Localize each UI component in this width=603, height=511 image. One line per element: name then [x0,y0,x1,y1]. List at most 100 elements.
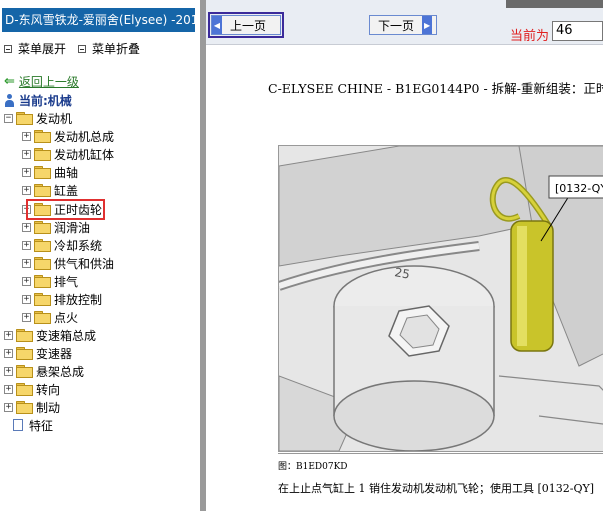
tree-item[interactable]: + 冷却系统 [22,237,102,253]
tree-item-label: 悬架总成 [36,364,85,379]
current-location-label: 当前:机械 [19,94,72,108]
folder-icon [16,365,33,378]
expand-toggle-icon[interactable]: + [4,384,13,394]
folder-icon [34,293,51,306]
back-arrow-icon: ⇐ [4,74,15,89]
document-pane: ◀ 上一页 下一页 ▶ 当前为 46 C-ELYSEE CHINE - B1EG… [206,0,603,511]
prev-page-label: 上一页 [230,18,267,33]
expand-toggle-icon[interactable]: + [22,167,31,177]
tree-item[interactable]: + 发动机缸体 [22,146,114,162]
document-heading: C-ELYSEE CHINE - B1EG0144P0 - 拆解-重新组装：正时 [268,81,603,96]
tree-item[interactable]: + 排放控制 [22,291,102,307]
folder-icon [34,239,51,252]
tree-item[interactable]: + 润滑油 [22,219,90,235]
tree-item[interactable]: + 制动 [4,399,60,415]
folder-icon [34,311,51,324]
folder-icon [16,383,33,396]
instruction-text: 在上止点气缸上 1 销住发动机发动机飞轮；使用工具 [0132-QY] [278,482,595,495]
folder-open-icon [16,112,33,125]
manual-title: D-东风雪铁龙-爱丽舍(Elysee) -2013 [2,8,195,32]
collapse-menu-label: 菜单折叠 [92,42,141,56]
expand-toggle-icon[interactable]: + [22,294,31,304]
tree-item-label: 供气和供油 [54,256,115,271]
current-page-input[interactable]: 46 [552,21,603,41]
toolbar-edge [506,0,603,8]
expand-icon [4,44,12,53]
expand-toggle-icon[interactable]: + [4,366,13,376]
expand-toggle-icon[interactable]: + [22,258,31,268]
selection-highlight [26,199,105,220]
next-arrow-icon: ▶ [422,16,433,34]
tool-callout: [0132-QY [555,182,603,195]
folder-icon [34,166,51,179]
tree-item[interactable]: + 悬架总成 [4,363,84,379]
expand-menu-label: 菜单展开 [18,42,67,56]
user-icon [4,94,15,107]
tree-item-label: 发动机 [36,111,73,126]
tree-item[interactable]: + 缸盖 [22,182,78,198]
tree-item-label: 冷却系统 [54,238,103,253]
tree-item-label: 缸盖 [54,183,79,198]
tree-item-label: 发动机缸体 [54,147,115,162]
tree-item-label: 排放控制 [54,292,103,307]
tree-item[interactable]: + 变速器 [4,345,72,361]
expand-toggle-icon[interactable]: + [22,185,31,195]
engine-figure: 25 [0132-QY [278,145,603,452]
tree-item[interactable]: + 转向 [4,381,60,397]
folder-icon [16,401,33,414]
prev-page-button[interactable]: ◀ 上一页 [211,15,281,35]
next-page-label: 下一页 [378,18,415,33]
folder-icon [34,221,51,234]
current-location: 当前:机械 [4,92,72,109]
page-toolbar: ◀ 上一页 下一页 ▶ 当前为 46 [206,0,603,45]
tree-item[interactable]: + 排气 [22,273,78,289]
tree-item-document[interactable]: 特征 [10,417,53,433]
engine-illustration: 25 [0132-QY [279,146,603,451]
tree-item-label: 排气 [54,274,79,289]
tree-item-label: 转向 [36,382,61,397]
tree-item-label: 变速箱总成 [36,328,97,343]
tree-item[interactable]: + 变速箱总成 [4,327,96,343]
left-nav-pane: D-东风雪铁龙-爱丽舍(Elysee) -2013 菜单展开 菜单折叠 ⇐ 返回… [0,0,200,511]
expand-toggle-icon[interactable]: + [22,149,31,159]
expand-toggle-icon[interactable]: + [4,330,13,340]
expand-menu-button[interactable]: 菜单展开 [4,40,66,57]
tree-item-label: 曲轴 [54,165,79,180]
expand-toggle-icon[interactable]: + [4,348,13,358]
figure-caption: 图：B1ED07KD [278,462,348,472]
svg-text:25: 25 [393,265,410,281]
expand-toggle-icon[interactable]: + [22,222,31,232]
folder-icon [34,130,51,143]
tree-item[interactable]: + 供气和供油 [22,255,114,271]
tree-item-label: 特征 [29,418,54,433]
document-icon [13,419,23,431]
tree-item-engine[interactable]: − 发动机 [4,110,72,126]
tree-item-label: 发动机总成 [54,129,115,144]
folder-icon [34,148,51,161]
folder-icon [34,275,51,288]
tree-item[interactable]: + 曲轴 [22,164,78,180]
expand-toggle-icon[interactable]: + [4,402,13,412]
tree-item[interactable]: + 发动机总成 [22,128,114,144]
folder-icon [16,347,33,360]
folder-icon [34,257,51,270]
caption-divider [278,453,603,454]
collapse-menu-button[interactable]: 菜单折叠 [78,40,140,57]
tree-item-label: 制动 [36,400,61,415]
back-link[interactable]: ⇐ 返回上一级 [4,73,79,90]
next-page-button[interactable]: 下一页 ▶ [369,15,437,35]
tree-item-label: 变速器 [36,346,73,361]
current-page-label: 当前为 [510,29,550,44]
tree-item[interactable]: + 点火 [22,309,78,325]
expand-toggle-icon[interactable]: + [22,131,31,141]
prev-arrow-icon: ◀ [212,16,222,34]
tree-item-label: 润滑油 [54,220,91,235]
collapse-toggle-icon[interactable]: − [4,113,13,123]
expand-toggle-icon[interactable]: + [22,276,31,286]
folder-icon [34,184,51,197]
folder-icon [16,329,33,342]
back-link-label: 返回上一级 [18,75,79,89]
tree-item-label: 点火 [54,310,79,325]
expand-toggle-icon[interactable]: + [22,240,31,250]
expand-toggle-icon[interactable]: + [22,312,31,322]
